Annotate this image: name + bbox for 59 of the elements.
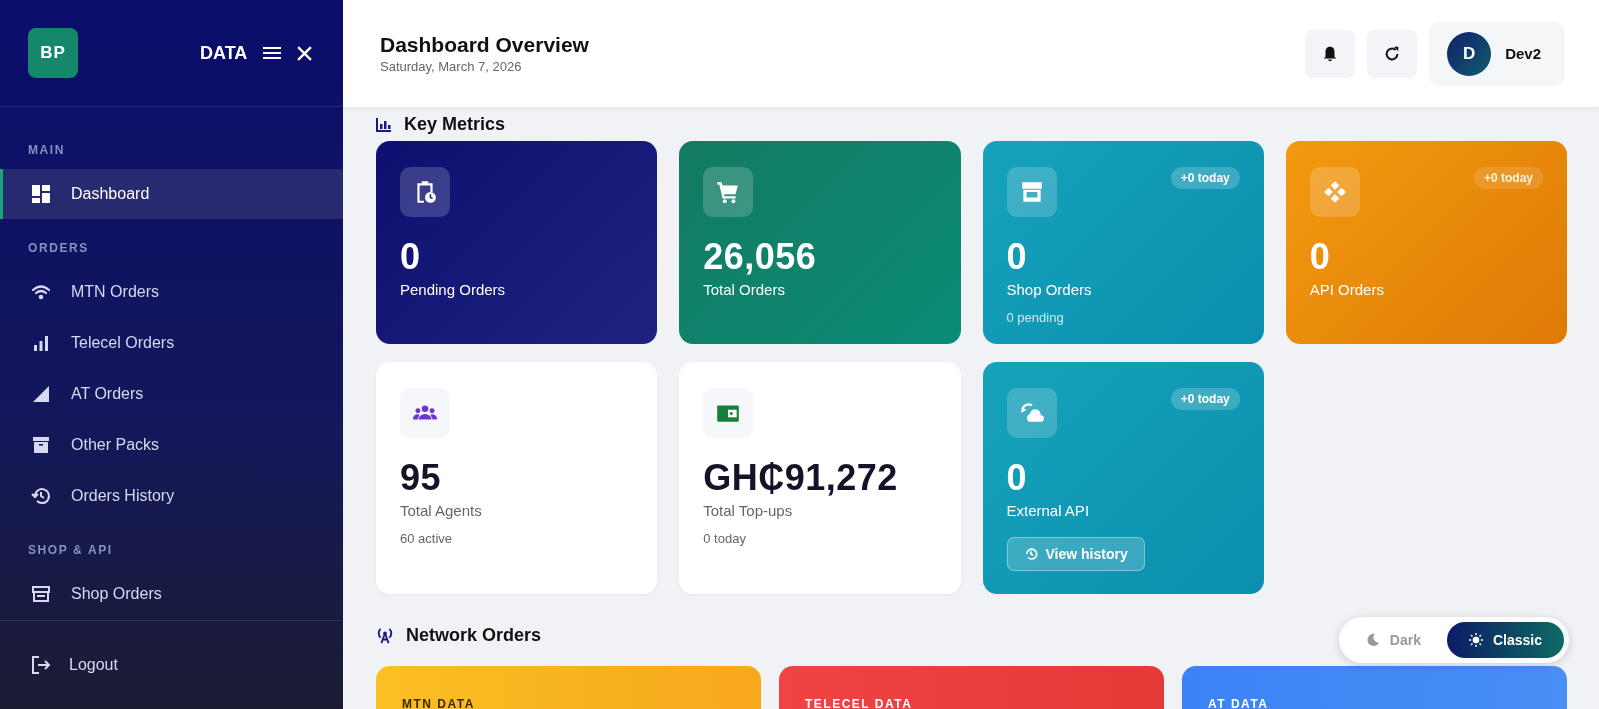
nav-item[interactable]: Shop Orders <box>0 569 343 620</box>
moon-icon <box>1365 633 1380 647</box>
page-title: Dashboard Overview <box>380 33 590 57</box>
section-heading: ORDERS <box>27 241 90 256</box>
metric-value: 0 <box>1006 460 1029 496</box>
signal-icon <box>31 384 51 405</box>
metric-label: Total Orders <box>703 281 786 298</box>
today-badge: +0 today <box>1473 167 1543 189</box>
chart-icon <box>376 116 392 132</box>
theme-button[interactable]: Classic <box>1446 622 1564 658</box>
today-badge: +0 today <box>1170 167 1240 189</box>
store-icon <box>31 584 51 605</box>
metric-label: Shop Orders <box>1006 281 1093 298</box>
metric-value: GH₵91,272 <box>703 460 899 496</box>
menu-icon[interactable] <box>263 46 282 61</box>
logout-button[interactable]: Logout <box>0 620 343 709</box>
metric-subtext: 60 active <box>400 531 454 546</box>
brand-name: DATA <box>200 42 248 64</box>
metric-value: 95 <box>400 460 443 496</box>
nav-item[interactable]: Orders History <box>0 471 343 522</box>
history-icon <box>31 486 51 507</box>
metric-value: 0 <box>1006 239 1029 275</box>
metric-label: Total Top-ups <box>703 502 794 519</box>
logo: BP <box>28 28 78 79</box>
network-label: AT DATA <box>1208 697 1269 709</box>
archive-icon <box>31 435 51 456</box>
bars-icon <box>31 333 51 354</box>
nav-item[interactable]: Telecel Orders <box>0 318 343 369</box>
nav-item[interactable]: MTN Orders <box>0 267 343 318</box>
nav-item[interactable]: AT Orders <box>0 369 343 420</box>
section-title: Key Metrics <box>404 113 506 135</box>
history-icon <box>1023 547 1038 561</box>
close-icon[interactable] <box>297 45 313 61</box>
nav-item[interactable]: Other Packs <box>0 420 343 471</box>
metric-value: 26,056 <box>703 239 818 275</box>
network-label: TELECEL DATA <box>805 697 913 709</box>
metric-label: External API <box>1006 502 1091 519</box>
date-text: Saturday, March 7, 2026 <box>380 59 523 74</box>
section-heading: MAIN <box>27 143 67 158</box>
today-badge: +0 today <box>1170 388 1240 410</box>
network-label: MTN DATA <box>402 697 475 709</box>
section-heading: SHOP & API <box>27 543 114 558</box>
nav-item[interactable]: Dashboard <box>0 169 343 220</box>
metric-subtext: 0 today <box>703 531 747 546</box>
metric-value: 0 <box>1309 239 1332 275</box>
section-title: Network Orders <box>406 624 542 646</box>
avatar: D <box>1447 31 1492 76</box>
user-menu[interactable]: D Dev2 <box>1429 21 1565 86</box>
metric-subtext: 0 pending <box>1006 310 1065 325</box>
refresh-button[interactable] <box>1367 29 1418 78</box>
metric-label: API Orders <box>1309 281 1385 298</box>
antenna-icon <box>376 626 394 644</box>
sun-icon <box>1468 633 1483 647</box>
logout-icon <box>31 655 51 676</box>
metric-value: 0 <box>400 239 422 275</box>
notification-button[interactable] <box>1305 29 1356 78</box>
metric-label: Total Agents <box>400 502 483 519</box>
metric-label: Pending Orders <box>400 281 507 298</box>
grid-icon <box>31 184 51 205</box>
